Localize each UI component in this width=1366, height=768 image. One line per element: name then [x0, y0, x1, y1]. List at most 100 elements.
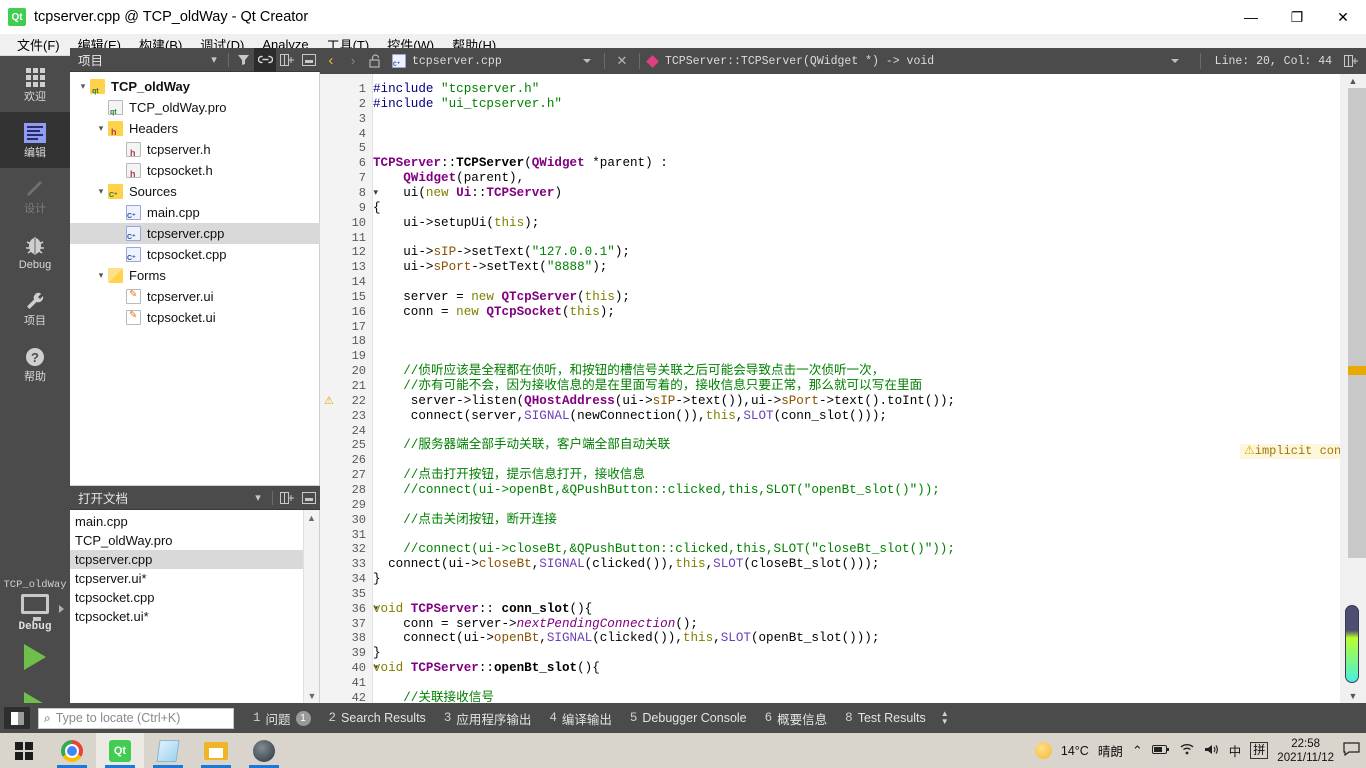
code-line[interactable]: connect(server,SIGNAL(newConnection()),t… — [373, 409, 887, 424]
code-line[interactable]: ui->setupUi(this); — [373, 216, 539, 231]
editor-scrollbar[interactable]: ▲ ▼ — [1340, 74, 1366, 703]
output-pane-updown-icon[interactable]: ▲ ▼ — [941, 710, 949, 726]
scroll-down-icon[interactable]: ▼ — [1340, 689, 1366, 703]
tree-item-tcpserver-ui[interactable]: tcpserver.ui — [70, 286, 320, 307]
tree-item-sources[interactable]: ▾ Sources — [70, 181, 320, 202]
taskbar-file-explorer-icon[interactable] — [192, 733, 240, 768]
open-documents-list[interactable]: main.cpp TCP_oldWay.pro tcpserver.cpp tcpse… — [70, 510, 304, 704]
forward-arrow-icon[interactable]: › — [342, 48, 364, 74]
code-line[interactable]: server = new QTcpServer(this); — [373, 290, 630, 305]
taskbar-qt-creator-icon[interactable]: Qt — [96, 733, 144, 768]
chevron-up-icon[interactable]: ⌃ — [1132, 743, 1143, 759]
symbol-chevron-down-icon[interactable] — [1164, 48, 1186, 74]
code-line[interactable]: { — [373, 201, 381, 216]
tree-item-tcpserver-cpp[interactable]: tcpserver.cpp — [70, 223, 320, 244]
open-document-item[interactable]: tcpsocket.ui* — [70, 607, 304, 626]
tree-item-main-cpp[interactable]: main.cpp — [70, 202, 320, 223]
output-pane-button[interactable]: 3 应用程序输出 — [435, 703, 541, 733]
tree-item-headers[interactable]: ▾ Headers — [70, 118, 320, 139]
split-editor-icon[interactable] — [1340, 48, 1362, 74]
locator-input[interactable]: ⌕ Type to locate (Ctrl+K) — [38, 707, 234, 729]
volume-icon[interactable] — [1204, 743, 1220, 759]
windows-start-icon[interactable] — [0, 733, 48, 768]
chevron-down-icon[interactable]: ▾ — [94, 270, 108, 281]
wifi-icon[interactable] — [1179, 743, 1195, 759]
code-line[interactable]: ui->sIP->setText("127.0.0.1"); — [373, 245, 630, 260]
split-icon[interactable] — [276, 48, 298, 72]
output-pane-button[interactable]: 5 Debugger Console — [621, 703, 756, 733]
chevron-down-icon[interactable]: ▾ — [247, 486, 269, 510]
output-pane-button[interactable]: 4 编译输出 — [540, 703, 621, 733]
code-line[interactable]: server->listen(QHostAddress(ui->sIP->tex… — [373, 394, 955, 409]
line-number-gutter[interactable]: 1 2 3 4 5 6 7 8 ▾ 9 10 11 12 13 14 15 16 17 18 19 20 21 22 ⚠ 23 2… — [320, 74, 378, 703]
open-document-item[interactable]: tcpsocket.cpp — [70, 588, 304, 607]
output-pane-button[interactable]: 8 Test Results — [836, 703, 935, 733]
mode-projects[interactable]: 项目 — [0, 280, 70, 336]
code-line[interactable]: conn = server->nextPendingConnection(); — [373, 617, 698, 632]
tree-item-forms[interactable]: ▾ Forms — [70, 265, 320, 286]
code-editor[interactable]: 1 2 3 4 5 6 7 8 ▾ 9 10 11 12 13 14 15 16 17 18 19 20 21 22 ⚠ 23 2… — [320, 74, 1366, 703]
open-document-item[interactable]: main.cpp — [70, 512, 304, 531]
chevron-down-icon[interactable]: ▾ — [94, 123, 108, 134]
code-line[interactable]: ui->sPort->setText("8888"); — [373, 260, 607, 275]
mode-design[interactable]: 设计 — [0, 168, 70, 224]
output-pane-button[interactable]: 2 Search Results — [320, 703, 435, 733]
code-line[interactable]: TCPServer::TCPServer(QWidget *parent) : — [373, 156, 668, 171]
tree-item-tcpsocket-ui[interactable]: tcpsocket.ui — [70, 307, 320, 328]
menu-file[interactable]: 文件(F) — [8, 33, 69, 56]
code-line[interactable]: //点击打开按钮，提示信息打开，接收信息 — [373, 468, 645, 483]
project-tree[interactable]: ▾ TCP_oldWay TCP_oldWay.pro ▾ Headers tcpserv… — [70, 72, 320, 485]
tree-item-tcpserver-h[interactable]: tcpserver.h — [70, 139, 320, 160]
code-line[interactable]: conn = new QTcpSocket(this); — [373, 305, 615, 320]
link-icon[interactable] — [254, 47, 276, 72]
code-line[interactable]: #include "tcpserver.h" — [373, 82, 539, 97]
code-line[interactable]: connect(ui->closeBt, SIGNAL(clicked()),th… — [373, 557, 879, 572]
filter-icon[interactable] — [232, 48, 254, 72]
code-line[interactable]: QWidget(parent), — [373, 171, 524, 186]
code-line[interactable]: //侦听应该是全程都在侦听，和按钮的槽信号关联之后可能会导致点击一次侦听一次， — [373, 364, 884, 379]
tree-item-tcp-oldway[interactable]: ▾ TCP_oldWay — [70, 76, 320, 97]
open-document-item[interactable]: tcpserver.cpp — [70, 550, 304, 569]
combo-chevron-down-icon[interactable] — [576, 48, 598, 74]
code-line[interactable]: //关联接收信号 — [373, 691, 494, 703]
code-line[interactable]: //connect(ui->closeBt,&QPushButton::clic… — [373, 542, 955, 557]
symbol-combo-label[interactable]: TCPServer::TCPServer(QWidget *) -> void — [665, 55, 934, 68]
code-line[interactable]: ui(new Ui::TCPServer) — [373, 186, 562, 201]
taskbar-notepad-icon[interactable] — [144, 733, 192, 768]
unlocked-icon[interactable] — [364, 48, 386, 74]
scroll-up-icon[interactable]: ▲ — [304, 510, 319, 526]
code-line[interactable]: //点击关闭按钮，断开连接 — [373, 513, 557, 528]
open-documents-scrollbar[interactable]: ▲ ▼ — [303, 510, 319, 704]
open-document-item[interactable]: tcpserver.ui* — [70, 569, 304, 588]
scroll-down-icon[interactable]: ▼ — [304, 688, 320, 704]
code-line[interactable]: } — [373, 572, 381, 587]
code-line[interactable]: //亦有可能不会，因为接收信息的是在里面写着的，接收信息只要正常，那么就可以写在… — [373, 379, 922, 394]
code-line[interactable]: #include "ui_tcpserver.h" — [373, 97, 562, 112]
code-text[interactable]: #include "tcpserver.h" #include "ui_tcpse… — [373, 74, 1340, 703]
code-line[interactable]: void TCPServer:: conn_slot(){ — [373, 602, 592, 617]
close-dock-icon[interactable] — [298, 486, 320, 510]
close-document-button[interactable]: ✕ — [611, 48, 633, 74]
code-line[interactable]: } — [373, 646, 381, 661]
line-col-indicator[interactable]: Line: 20, Col: 44 — [1215, 55, 1332, 68]
code-line[interactable]: //connect(ui->openBt,&QPushButton::click… — [373, 483, 940, 498]
warning-triangle-icon[interactable]: ⚠ — [324, 394, 334, 409]
taskbar-unknown-app-icon[interactable] — [240, 733, 288, 768]
kit-selector-button[interactable] — [0, 591, 70, 621]
close-button[interactable]: ✕ — [1320, 0, 1366, 34]
close-dock-icon[interactable] — [298, 48, 320, 72]
mode-edit[interactable]: 编辑 — [0, 112, 70, 168]
output-pane-button[interactable]: 1 问题 1 — [244, 703, 320, 733]
code-line[interactable]: void TCPServer::openBt_slot(){ — [373, 661, 600, 676]
taskbar-clock[interactable]: 22:58 2021/11/12 — [1277, 737, 1334, 765]
tree-item-tcp-oldway-pro[interactable]: TCP_oldWay.pro — [70, 97, 320, 118]
code-line[interactable]: connect(ui->openBt,SIGNAL(clicked()),thi… — [373, 631, 879, 646]
scroll-up-icon[interactable]: ▲ — [1340, 74, 1366, 88]
back-arrow-icon[interactable]: ‹ — [320, 48, 342, 74]
split-icon[interactable] — [276, 486, 298, 510]
notification-icon[interactable] — [1343, 741, 1360, 760]
mode-welcome[interactable]: 欢迎 — [0, 56, 70, 112]
weather-condition[interactable]: 晴朗 — [1098, 741, 1123, 760]
mode-help[interactable]: ? 帮助 — [0, 336, 70, 392]
battery-icon[interactable] — [1151, 743, 1170, 758]
